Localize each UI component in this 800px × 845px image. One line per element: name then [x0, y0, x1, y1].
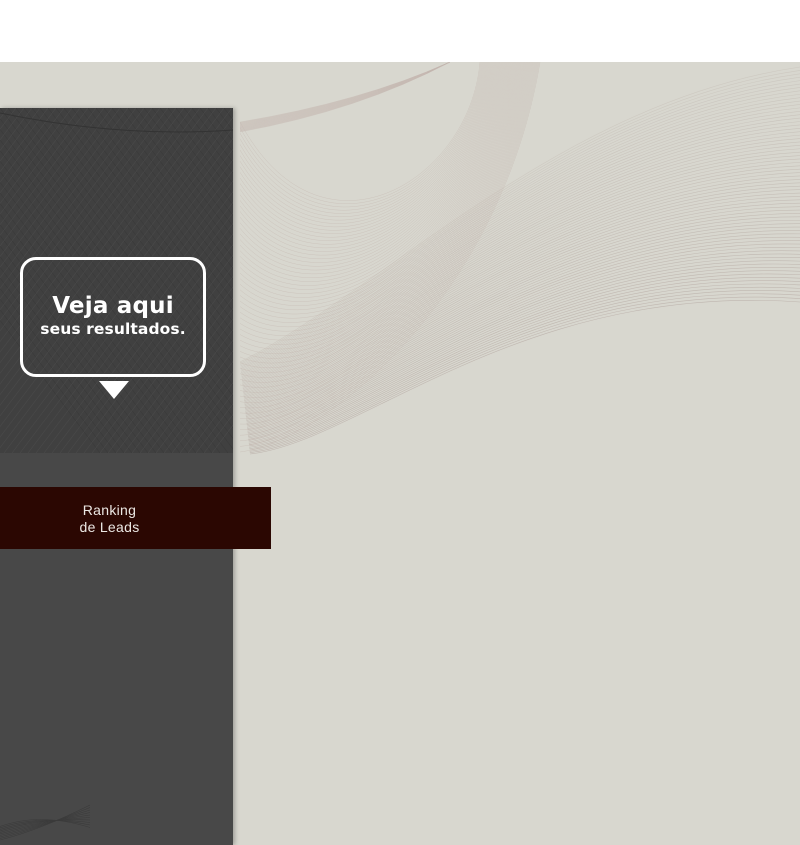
- callout-title: Veja aqui: [52, 293, 174, 319]
- sidebar: [0, 108, 233, 845]
- ranking-button-label-line2: de Leads: [79, 519, 140, 535]
- ranking-de-leads-button[interactable]: Ranking de Leads: [0, 487, 271, 549]
- ranking-button-label-line1: Ranking: [82, 502, 137, 518]
- sidebar-corner-lines: [0, 804, 91, 841]
- callout-pointer: [99, 381, 129, 399]
- results-callout-bubble[interactable]: Veja aqui seus resultados.: [20, 257, 206, 377]
- top-header-strip: [0, 0, 800, 62]
- callout-subtitle: seus resultados.: [40, 320, 186, 338]
